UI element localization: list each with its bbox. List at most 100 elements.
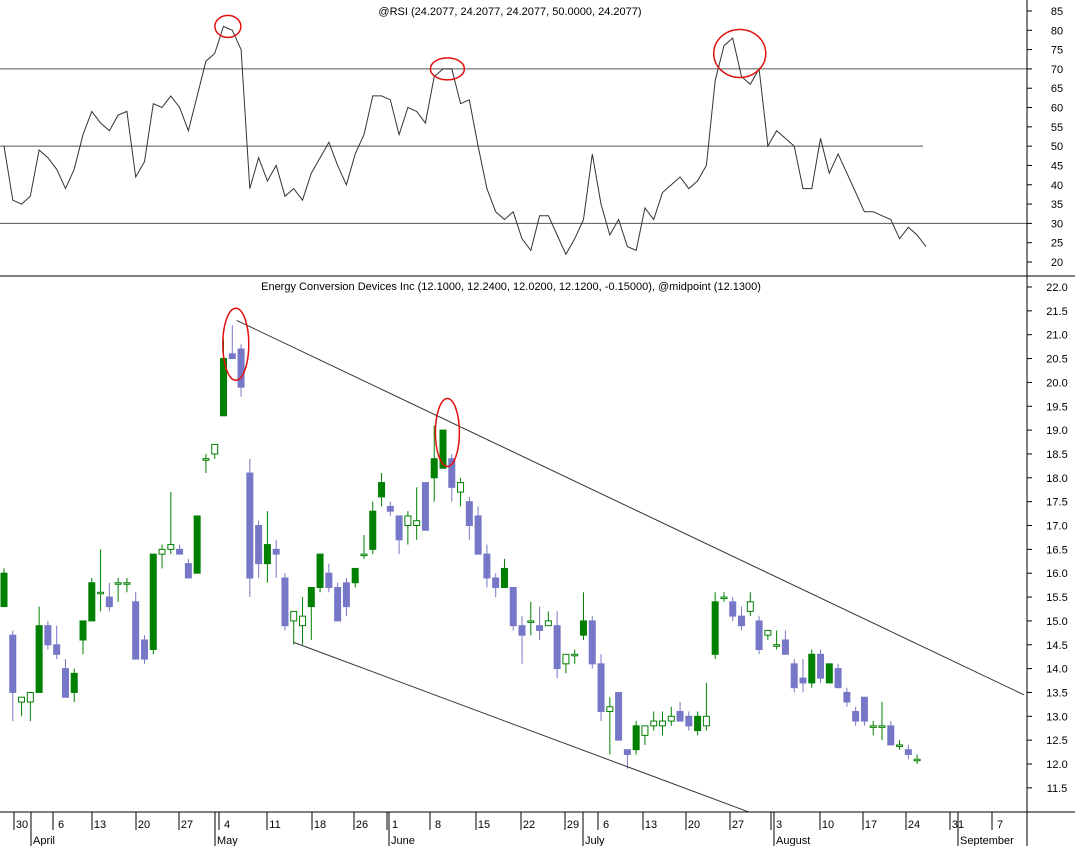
candle	[395, 515, 403, 555]
candle-body	[378, 482, 386, 498]
candle	[421, 482, 429, 531]
candle-body	[255, 525, 263, 565]
price-y-tick-label: 15.0	[1046, 616, 1067, 628]
candle-body	[606, 706, 614, 713]
candle-body	[685, 715, 693, 727]
price-y-tick-label: 16.0	[1046, 568, 1067, 580]
candle	[711, 592, 719, 660]
candle	[571, 649, 579, 664]
candle	[325, 563, 333, 593]
candle	[228, 325, 236, 360]
rsi-y-tick-label: 65	[1051, 83, 1063, 95]
candle-body	[852, 711, 860, 722]
date-tick-label: 18	[314, 819, 326, 831]
candle-body	[659, 720, 666, 727]
candle	[843, 687, 851, 707]
candle	[702, 682, 710, 731]
candle	[852, 706, 860, 726]
candle-body	[35, 625, 43, 693]
candle-body	[878, 725, 886, 728]
candle	[369, 501, 377, 555]
candle	[272, 539, 280, 578]
month-label: July	[585, 835, 605, 846]
price-panel: Energy Conversion Devices Inc (12.1000, …	[0, 281, 1068, 795]
date-tick-label: 30	[16, 819, 28, 831]
date-tick-label: 27	[732, 819, 744, 831]
candle-body	[263, 544, 271, 565]
candle-body	[228, 353, 236, 360]
candle-body	[465, 501, 473, 526]
candle-body	[70, 672, 78, 693]
candle-body	[790, 663, 798, 689]
candle	[263, 511, 271, 583]
candle-body	[694, 715, 702, 732]
candle	[0, 568, 8, 608]
candle-body	[299, 615, 307, 627]
rsi-y-tick-label: 45	[1051, 160, 1063, 172]
candle	[18, 696, 26, 717]
candle	[457, 477, 465, 507]
date-tick-label: 3	[776, 819, 782, 831]
date-tick-label: 24	[908, 819, 920, 831]
candle	[430, 425, 438, 502]
candle-body	[483, 553, 491, 579]
candle	[755, 616, 763, 655]
price-y-tick-label: 17.5	[1046, 497, 1067, 509]
candle	[553, 611, 561, 679]
rsi-y-tick-label: 30	[1051, 218, 1063, 230]
candle-body	[202, 458, 210, 461]
candle	[316, 553, 324, 593]
candle	[9, 630, 17, 722]
candle	[26, 691, 34, 722]
candle	[676, 701, 684, 722]
candle	[597, 654, 605, 722]
price-y-tick-label: 12.5	[1046, 735, 1067, 747]
candle-body	[290, 610, 298, 622]
candle	[562, 653, 570, 674]
candle-body	[720, 596, 728, 600]
candle-body	[342, 582, 350, 608]
candle-body	[896, 744, 904, 747]
candle-body	[237, 348, 245, 388]
candle-body	[413, 520, 421, 526]
candle-body	[193, 515, 201, 574]
date-tick-label: 7	[997, 819, 1003, 831]
candle	[746, 592, 754, 617]
candle-body	[588, 620, 596, 665]
rsi-y-tick-label: 70	[1051, 64, 1063, 76]
candle	[492, 573, 500, 598]
candle	[474, 506, 482, 555]
price-y-tick-label: 14.5	[1046, 640, 1067, 652]
candle	[667, 706, 675, 726]
date-tick-label: 27	[181, 819, 193, 831]
candle	[360, 535, 368, 559]
candle-body	[307, 587, 315, 608]
candle-body	[114, 582, 122, 585]
candle	[211, 443, 219, 459]
candle	[720, 592, 728, 602]
price-y-tick-label: 12.0	[1046, 759, 1067, 771]
candle	[88, 577, 96, 622]
month-label: May	[217, 835, 238, 846]
candle-body	[123, 582, 131, 585]
candle-body	[773, 644, 781, 647]
candle	[149, 553, 157, 655]
candle-body	[457, 482, 465, 493]
price-y-tick-label: 19.5	[1046, 401, 1067, 413]
candle	[255, 520, 263, 578]
candle-body	[97, 591, 105, 595]
date-tick-label: 13	[645, 819, 657, 831]
candle	[483, 544, 491, 588]
price-y-tick-label: 17.0	[1046, 521, 1067, 533]
candle	[167, 492, 175, 555]
candle	[413, 487, 421, 540]
candle	[817, 649, 825, 683]
candle-body	[430, 458, 438, 479]
candle	[632, 721, 640, 755]
candle-body	[544, 620, 552, 627]
candle	[781, 630, 789, 655]
candle-body	[246, 472, 254, 579]
price-y-tick-label: 18.5	[1046, 449, 1067, 461]
candle	[790, 659, 798, 693]
candle	[97, 549, 105, 612]
